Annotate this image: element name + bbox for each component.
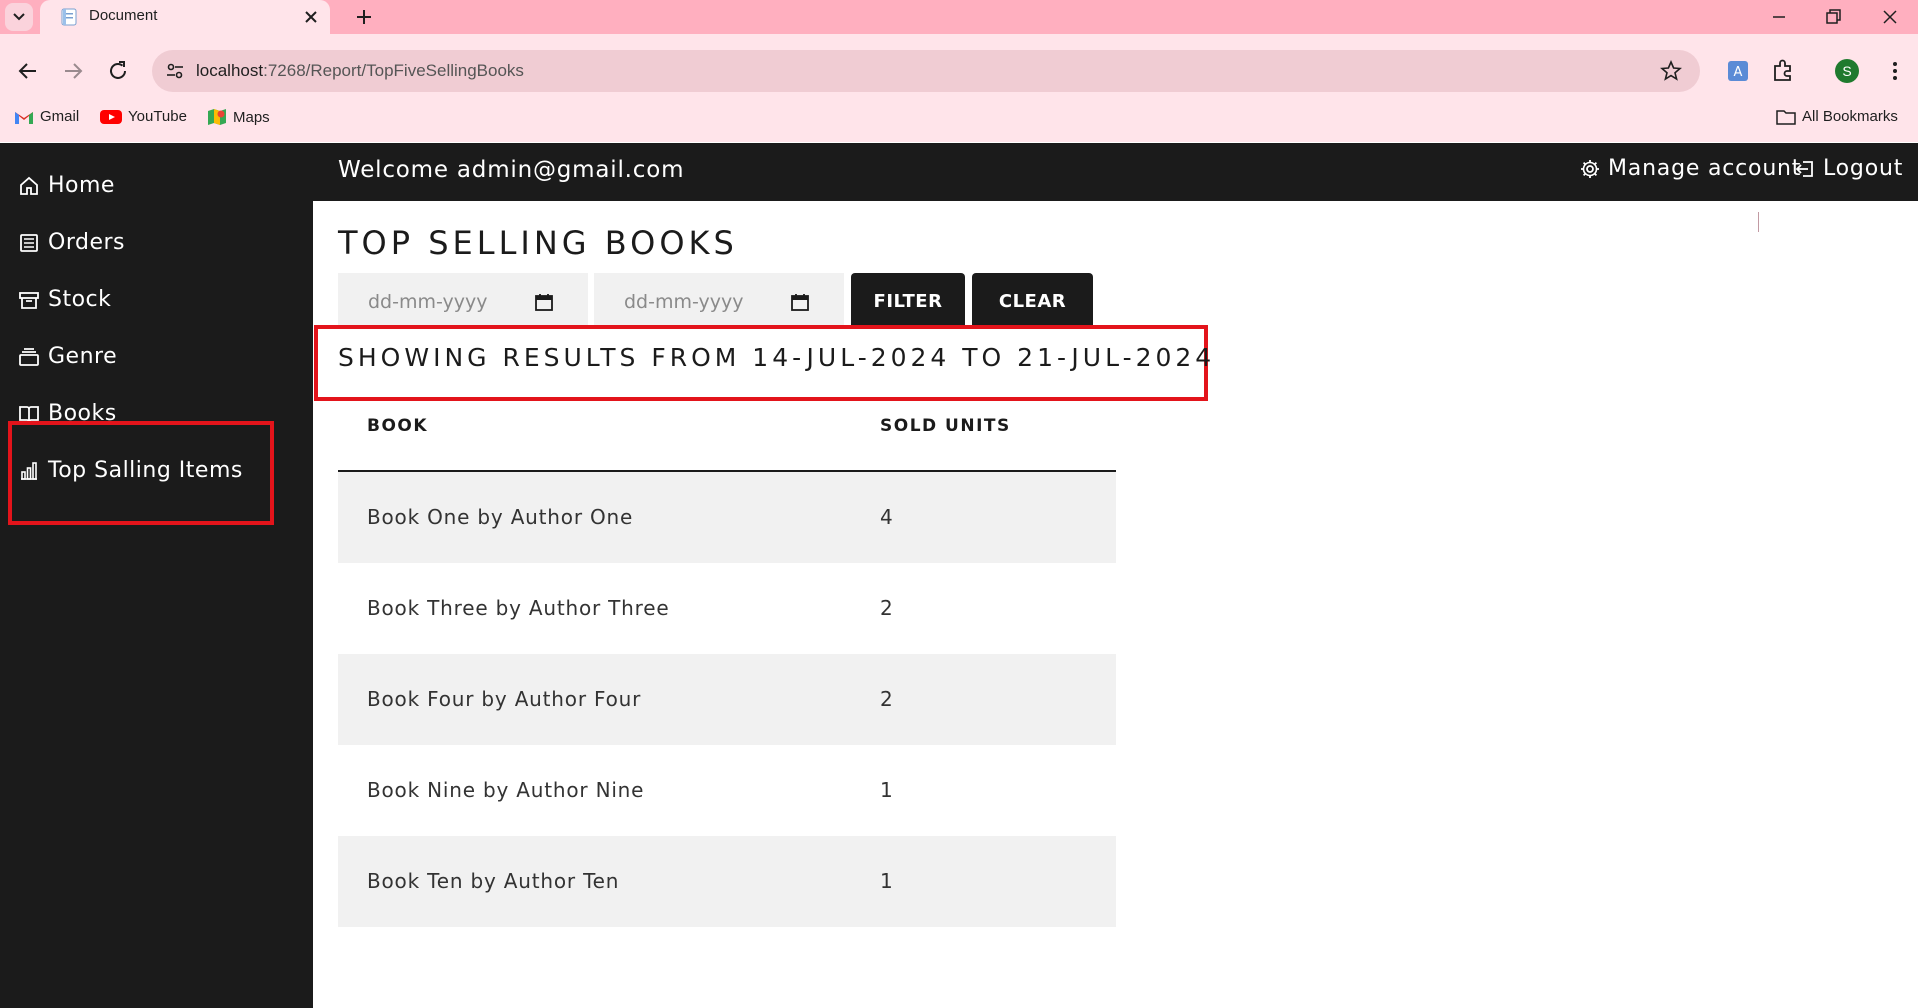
tab-search-button[interactable]: [5, 3, 33, 31]
results-range-text: SHOWING RESULTS FROM 14-JUL-2024 TO 21-J…: [338, 343, 1216, 372]
calendar-icon[interactable]: [791, 293, 809, 311]
url-text: localhost:7268/Report/TopFiveSellingBook…: [196, 61, 524, 80]
bookmark-gmail[interactable]: Gmail: [14, 108, 79, 125]
gmail-icon: [15, 111, 33, 124]
browser-tab[interactable]: Document: [40, 0, 330, 34]
table-row: Book Four by Author Four 2: [338, 654, 1116, 745]
maps-icon: [208, 109, 226, 125]
tab-title: Document: [89, 7, 158, 24]
forward-arrow-icon[interactable]: [60, 58, 86, 84]
bookmark-youtube[interactable]: YouTube: [100, 108, 187, 125]
bookmark-maps[interactable]: Maps: [207, 108, 270, 126]
book-cell: Book One by Author One: [367, 505, 634, 529]
manage-account-link[interactable]: Manage account: [1579, 156, 1801, 181]
tab-strip: Document: [0, 0, 1918, 34]
reload-icon[interactable]: [105, 58, 131, 84]
highlight-box-sidebar: [8, 421, 274, 525]
top-selling-table: BOOK SOLD UNITS Book One by Author One 4…: [338, 406, 1116, 927]
sidebar-item-orders[interactable]: Orders: [18, 230, 125, 255]
units-cell: 1: [880, 869, 894, 893]
column-header-book: BOOK: [367, 416, 429, 436]
book-cell: Book Nine by Author Nine: [367, 778, 645, 802]
to-date-input[interactable]: dd-mm-yyyy: [594, 273, 844, 331]
all-bookmarks-button[interactable]: All Bookmarks: [1776, 108, 1898, 125]
calendar-icon[interactable]: [535, 293, 553, 311]
extensions-puzzle-icon[interactable]: [1770, 58, 1796, 84]
welcome-text: Welcome admin@gmail.com: [338, 157, 685, 183]
address-bar[interactable]: localhost:7268/Report/TopFiveSellingBook…: [152, 50, 1700, 92]
stock-icon: [19, 291, 39, 309]
home-icon: [20, 176, 38, 195]
close-icon[interactable]: [300, 6, 322, 28]
clear-button[interactable]: CLEAR: [972, 273, 1093, 331]
more-menu-icon[interactable]: [1882, 58, 1908, 84]
units-cell: 2: [880, 687, 894, 711]
folder-icon: [1776, 109, 1796, 125]
document-icon: [61, 8, 77, 26]
page-title: TOP SELLING BOOKS: [338, 224, 738, 262]
genre-icon: [19, 347, 39, 366]
orders-icon: [20, 233, 38, 252]
book-cell: Book Ten by Author Ten: [367, 869, 620, 893]
new-tab-icon[interactable]: [353, 6, 375, 28]
table-row: Book One by Author One 4: [338, 472, 1116, 563]
bookmarks-bar: Gmail YouTube Maps All Bookmarks: [0, 104, 1918, 232]
sidebar-item-genre[interactable]: Genre: [18, 344, 117, 369]
units-cell: 1: [880, 778, 894, 802]
back-arrow-icon[interactable]: [15, 58, 41, 84]
column-header-sold-units: SOLD UNITS: [880, 416, 1011, 436]
extension-translate-icon[interactable]: A: [1725, 58, 1751, 84]
units-cell: 2: [880, 596, 894, 620]
minimize-icon[interactable]: [1768, 6, 1790, 28]
restore-icon[interactable]: [1822, 6, 1844, 28]
youtube-icon: [100, 109, 122, 124]
bookmark-star-icon[interactable]: [1660, 60, 1682, 82]
table-row: Book Ten by Author Ten 1: [338, 836, 1116, 927]
sidebar: Home Orders Stock Genre Books Top Sallin…: [0, 143, 313, 1008]
book-cell: Book Four by Author Four: [367, 687, 642, 711]
bookmarks-separator: [1758, 212, 1759, 232]
logout-icon: [1795, 160, 1813, 177]
from-date-input[interactable]: dd-mm-yyyy: [338, 273, 588, 331]
chevron-down-icon: [13, 13, 25, 21]
sidebar-item-stock[interactable]: Stock: [18, 287, 111, 312]
logout-link[interactable]: Logout: [1794, 156, 1903, 181]
units-cell: 4: [880, 505, 894, 529]
table-header: BOOK SOLD UNITS: [338, 406, 1116, 472]
sidebar-item-home[interactable]: Home: [18, 173, 115, 198]
window-close-icon[interactable]: [1879, 6, 1901, 28]
profile-avatar[interactable]: S: [1835, 59, 1859, 83]
table-row: Book Three by Author Three 2: [338, 563, 1116, 654]
gear-icon: [1581, 159, 1599, 178]
book-cell: Book Three by Author Three: [367, 596, 670, 620]
app-header: Welcome admin@gmail.com Manage account L…: [313, 143, 1918, 201]
table-row: Book Nine by Author Nine 1: [338, 745, 1116, 836]
svg-text:A: A: [1734, 65, 1743, 80]
site-info-icon[interactable]: [165, 61, 185, 81]
filter-button[interactable]: FILTER: [851, 273, 965, 331]
